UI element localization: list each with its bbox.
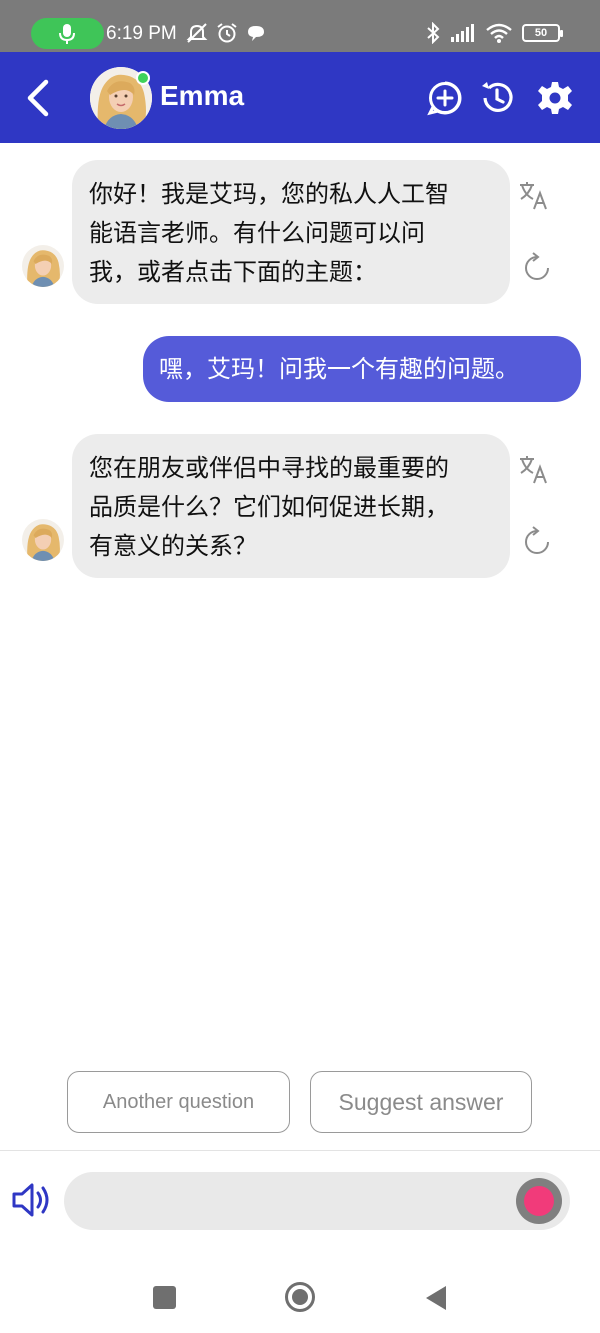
add-chat-icon[interactable] bbox=[427, 80, 463, 116]
translate-icon[interactable] bbox=[518, 179, 550, 211]
chat-bubble-user[interactable]: 嘿，艾玛！问我一个有趣的问题。 bbox=[143, 336, 581, 402]
battery-level: 50 bbox=[534, 27, 548, 39]
mic-icon bbox=[59, 24, 75, 44]
record-button[interactable] bbox=[516, 1178, 562, 1224]
chat-bubble-bot[interactable]: 您在朋友或伴侣中寻找的最重要的 品质是什么？它们如何促进长期， 有意义的关系？ bbox=[72, 434, 510, 578]
alarm-icon bbox=[217, 23, 237, 43]
header-name: Emma bbox=[160, 80, 245, 111]
replay-icon[interactable] bbox=[521, 526, 553, 558]
signal-icon bbox=[451, 24, 474, 42]
message-line: 你好！我是艾玛，您的私人人工智 bbox=[89, 180, 449, 208]
back-icon[interactable] bbox=[22, 78, 58, 118]
message-line: 您在朋友或伴侣中寻找的最重要的 bbox=[89, 454, 449, 482]
recent-apps-button[interactable] bbox=[153, 1286, 176, 1309]
message-line: 品质是什么？它们如何促进长期， bbox=[89, 493, 449, 521]
message-line: 能语言老师。有什么问题可以问 bbox=[89, 219, 425, 247]
emma-portrait-icon bbox=[22, 245, 64, 287]
battery-icon: 50 bbox=[522, 24, 563, 42]
chat-header: Emma bbox=[0, 52, 600, 143]
mute-icon bbox=[186, 23, 208, 43]
message-line: 我，或者点击下面的主题： bbox=[89, 258, 377, 286]
bot-avatar bbox=[22, 519, 64, 561]
bot-avatar bbox=[22, 245, 64, 287]
history-icon[interactable] bbox=[479, 80, 515, 116]
bluetooth-icon bbox=[427, 22, 440, 44]
replay-icon[interactable] bbox=[521, 252, 553, 284]
emma-portrait-icon bbox=[22, 519, 64, 561]
online-status-dot bbox=[136, 71, 150, 85]
nav-back-button[interactable] bbox=[424, 1284, 448, 1312]
message-input[interactable] bbox=[64, 1172, 570, 1230]
chat-bubble-bot[interactable]: 你好！我是艾玛，您的私人人工智 能语言老师。有什么问题可以问 我，或者点击下面的… bbox=[72, 160, 510, 304]
status-bar: 6:19 PM 50 bbox=[0, 0, 600, 52]
settings-icon[interactable] bbox=[537, 80, 573, 116]
record-dot-icon bbox=[524, 1186, 554, 1216]
speaker-icon[interactable] bbox=[10, 1178, 54, 1222]
home-button[interactable] bbox=[284, 1281, 316, 1313]
status-time: 6:19 PM bbox=[106, 23, 177, 44]
another-question-button[interactable]: Another question bbox=[67, 1071, 290, 1133]
message-line: 有意义的关系？ bbox=[89, 532, 257, 560]
wifi-icon bbox=[486, 23, 512, 43]
chat-bubble-icon bbox=[248, 26, 264, 41]
suggest-answer-button[interactable]: Suggest answer bbox=[310, 1071, 532, 1133]
translate-icon[interactable] bbox=[518, 453, 550, 485]
divider bbox=[0, 1150, 600, 1151]
message-line: 嘿，艾玛！问我一个有趣的问题。 bbox=[159, 355, 519, 383]
active-mic-indicator[interactable] bbox=[31, 18, 104, 49]
